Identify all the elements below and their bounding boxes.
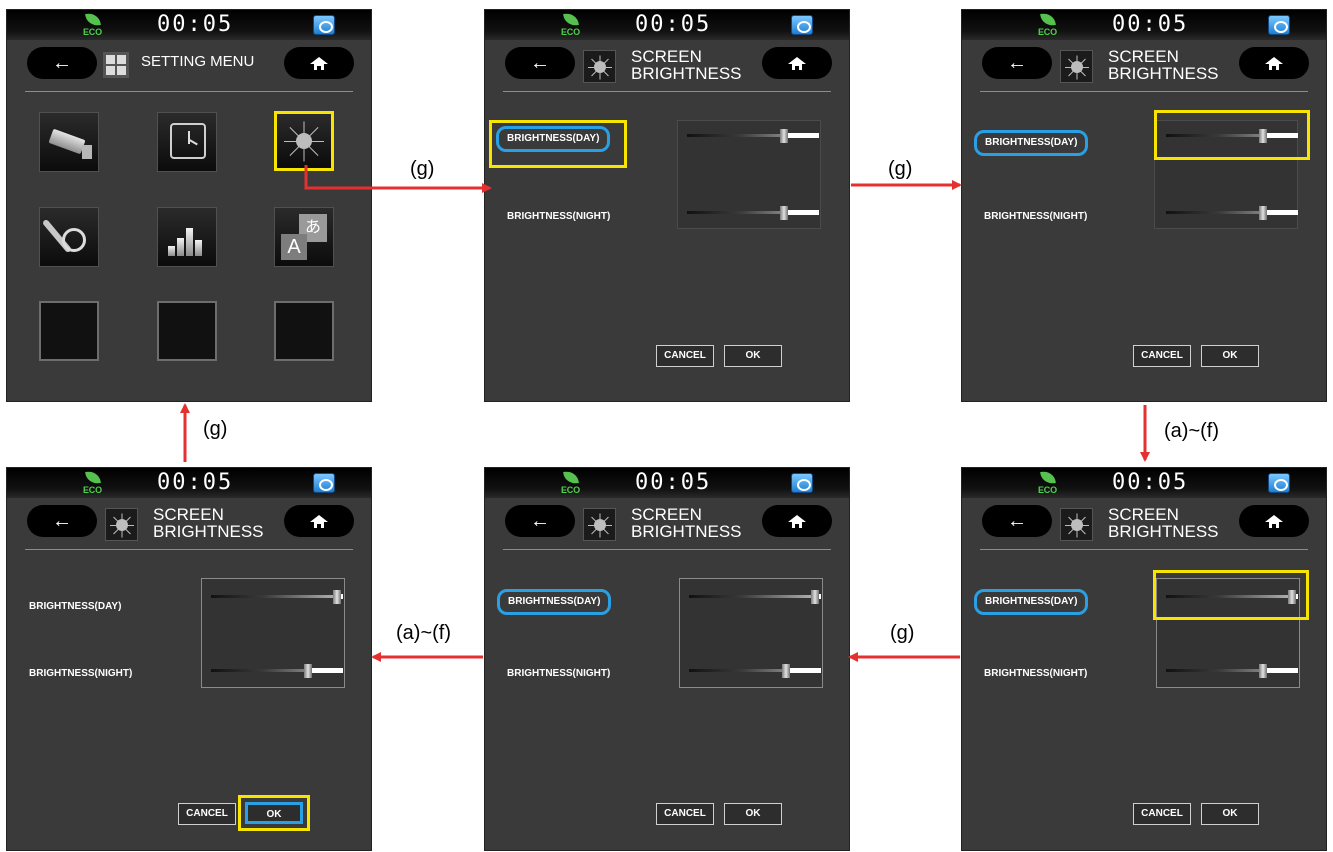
- arrow-menu-to-brightness: [304, 165, 492, 193]
- transition-label: (a)~(f): [396, 622, 451, 644]
- transition-label: (g): [410, 158, 435, 180]
- transition-label: (g): [203, 418, 228, 440]
- transition-label: (g): [888, 158, 913, 180]
- flow-arrows: [180, 165, 1150, 662]
- transition-label: (a)~(f): [1164, 420, 1219, 442]
- transition-label: (g): [890, 622, 915, 644]
